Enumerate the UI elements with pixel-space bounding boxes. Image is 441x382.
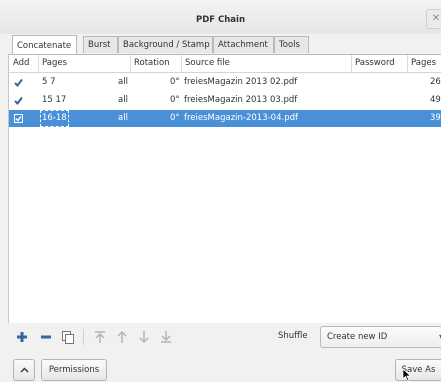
window-title: PDF Chain	[195, 15, 246, 25]
row-total-pages: 26	[430, 77, 441, 87]
table-row[interactable]: 5 7 all 0° freiesMagazin 2013 02.pdf 26	[9, 74, 441, 91]
checkbox-checked-icon[interactable]	[14, 78, 23, 87]
copy-icon[interactable]	[60, 329, 76, 345]
row-rotation[interactable]: 0°	[170, 92, 180, 109]
title-bar: PDF Chain ✕	[0, 0, 441, 34]
row-rotation[interactable]: 0°	[170, 110, 180, 127]
tab-attachment[interactable]: Attachment	[213, 36, 274, 53]
column-source-file[interactable]: Source file	[181, 55, 351, 72]
shuffle-dropdown[interactable]: Create new ID ▾	[320, 326, 441, 348]
permissions-button[interactable]: Permissions	[41, 359, 107, 381]
concatenate-panel: Add Pages Rotation Source file Password …	[8, 54, 441, 323]
expand-button[interactable]	[13, 359, 35, 381]
checkbox-checked-icon[interactable]	[14, 114, 23, 123]
table-row[interactable]: 15 17 all 0° freiesMagazin 2013 03.pdf 4…	[9, 92, 441, 109]
chevron-up-icon	[20, 367, 28, 373]
tab-tools[interactable]: Tools	[274, 36, 309, 53]
row-pages-editor[interactable]: 16-18	[40, 110, 69, 127]
checkbox-checked-icon[interactable]	[14, 96, 23, 105]
column-rotation[interactable]: Rotation	[130, 55, 181, 72]
table-row-selected[interactable]: 16-18 all 0° freiesMagazin-2013-04.pdf 3…	[9, 110, 441, 127]
row-rotation[interactable]: 0°	[170, 74, 180, 91]
move-bottom-icon[interactable]	[158, 329, 174, 345]
shuffle-dropdown-value: Create new ID	[327, 332, 388, 342]
move-top-icon[interactable]	[92, 329, 108, 345]
row-pages[interactable]: 15 17	[42, 92, 66, 109]
row-filter[interactable]: all	[118, 110, 128, 127]
list-toolbar: Shuffle Create new ID ▾	[8, 324, 441, 350]
mouse-cursor-icon	[402, 368, 412, 382]
dialog-footer: Permissions Save As	[0, 352, 441, 381]
column-password[interactable]: Password	[351, 55, 407, 72]
move-up-icon[interactable]	[114, 329, 130, 345]
column-pages[interactable]: Pages	[38, 55, 130, 72]
shuffle-label: Shuffle	[278, 331, 308, 341]
row-filter[interactable]: all	[118, 92, 128, 109]
row-source-file: freiesMagazin 2013 03.pdf	[184, 95, 298, 105]
add-icon[interactable]	[14, 329, 30, 345]
remove-icon[interactable]	[38, 329, 54, 345]
column-add[interactable]: Add	[10, 55, 38, 72]
row-source-file: freiesMagazin-2013-04.pdf	[184, 113, 298, 123]
toolbar-separator	[83, 329, 84, 345]
row-total-pages: 39	[430, 113, 441, 123]
tab-burst[interactable]: Burst	[83, 36, 118, 53]
move-down-icon[interactable]	[136, 329, 152, 345]
table-header: Add Pages Rotation Source file Password …	[9, 55, 441, 73]
tab-background-stamp[interactable]: Background / Stamp	[118, 36, 213, 53]
close-icon[interactable]: ✕	[426, 9, 441, 29]
tab-concatenate[interactable]: Concatenate	[12, 35, 77, 54]
row-pages[interactable]: 5 7	[42, 74, 56, 91]
column-total-pages[interactable]: Pages	[407, 55, 441, 72]
row-filter[interactable]: all	[118, 74, 128, 91]
row-source-file: freiesMagazin 2013 02.pdf	[184, 77, 298, 87]
row-total-pages: 49	[430, 95, 441, 105]
